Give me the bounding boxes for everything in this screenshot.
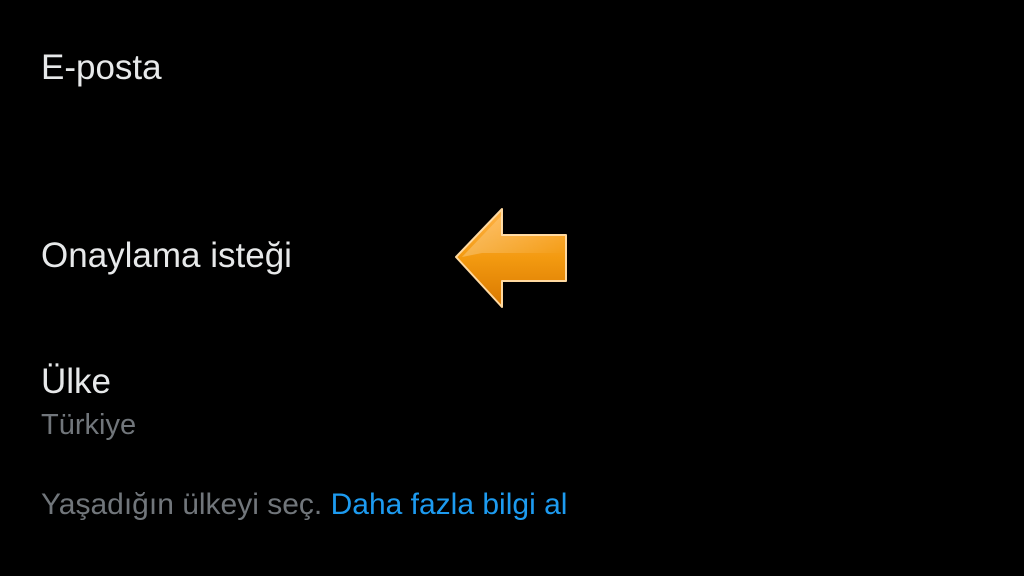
learn-more-link[interactable]: Daha fazla bilgi al	[331, 488, 568, 521]
settings-screen: E-posta Onaylama isteği Ülke Türkiye Yaş…	[0, 0, 1024, 576]
country-helper-text: Yaşadığın ülkeyi seç. Daha fazla bilgi a…	[41, 487, 567, 523]
country-label: Ülke	[41, 362, 112, 401]
email-setting-row[interactable]: E-posta	[41, 48, 984, 92]
email-label: E-posta	[41, 48, 162, 87]
left-arrow-icon	[455, 208, 567, 308]
country-value: Türkiye	[41, 409, 137, 441]
country-setting-row[interactable]: Ülke Türkiye	[41, 362, 984, 452]
country-helper-description: Yaşadığın ülkeyi seç.	[41, 488, 323, 521]
